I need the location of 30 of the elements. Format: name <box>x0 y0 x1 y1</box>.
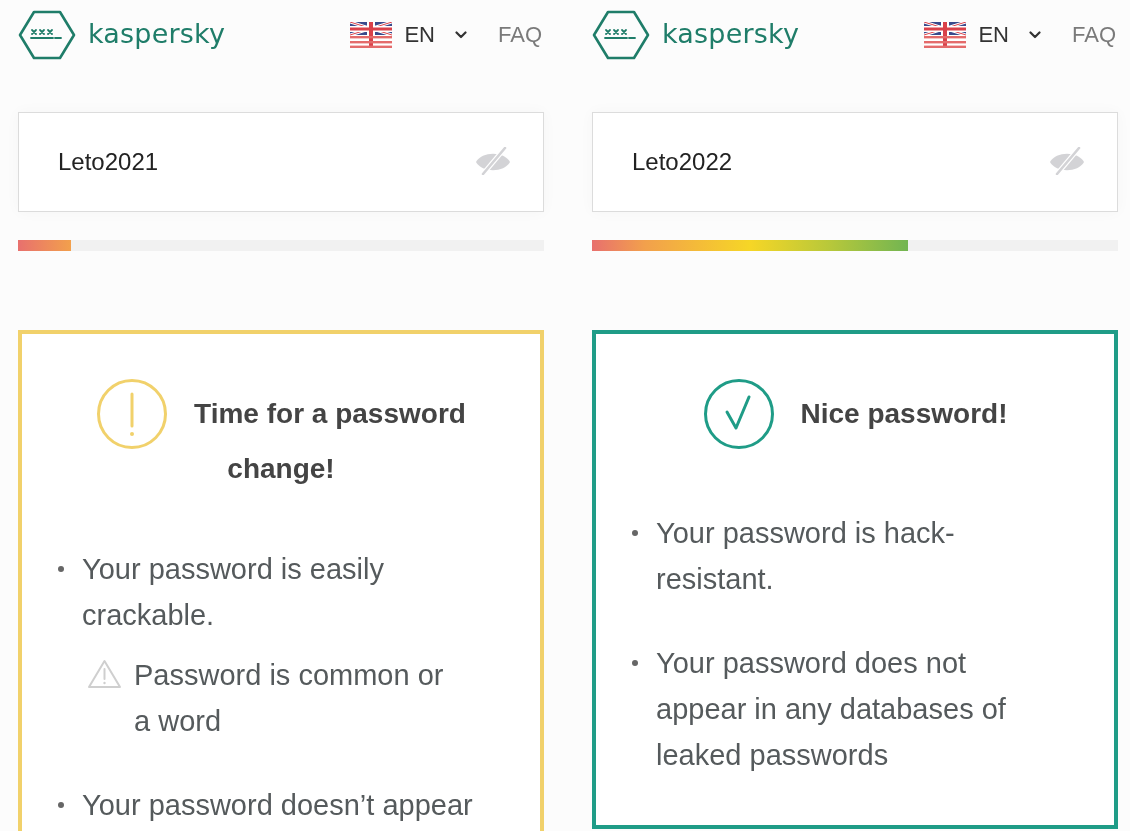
flag-icon <box>924 22 967 48</box>
hexagon-logo-icon <box>18 10 76 60</box>
result-title: Nice password! <box>800 398 1008 429</box>
warning-note-text: Password is common or a word <box>134 657 445 739</box>
bullet-icon <box>58 801 64 808</box>
chevron-down-icon <box>455 31 467 39</box>
password-field[interactable]: Leto2021 <box>18 112 544 212</box>
bullet-icon <box>632 530 638 536</box>
flag-icon <box>350 22 393 48</box>
faq-link[interactable]: FAQ <box>1072 22 1116 48</box>
bullet-icon <box>632 660 638 666</box>
result-text: Your password is hack-resistant. <box>656 516 956 597</box>
logo-wordmark: kaspersky <box>662 19 800 51</box>
result-text: Your password is easily crackable. <box>82 551 385 633</box>
result-title: Time for a password change! <box>194 398 466 484</box>
language-dropdown[interactable]: EN <box>350 22 467 48</box>
language-dropdown[interactable]: EN <box>924 22 1041 48</box>
eye-slash-icon[interactable] <box>475 147 511 175</box>
chevron-down-icon <box>1029 31 1041 39</box>
result-text: Your password does not appear in any databases of leaked passwords <box>656 646 1007 773</box>
logo-wordmark: kaspersky <box>88 19 226 51</box>
eye-slash-icon[interactable] <box>1049 147 1085 175</box>
password-field[interactable]: Leto2022 <box>592 112 1118 212</box>
result-text: Your password doesn’t appear <box>82 787 474 823</box>
bullet-icon <box>58 565 64 572</box>
warning-triangle-icon <box>87 658 122 689</box>
faq-link[interactable]: FAQ <box>498 22 542 48</box>
exclamation-circle-icon <box>96 378 169 450</box>
checkmark-circle-icon <box>702 378 775 450</box>
hexagon-logo-icon <box>592 10 650 60</box>
